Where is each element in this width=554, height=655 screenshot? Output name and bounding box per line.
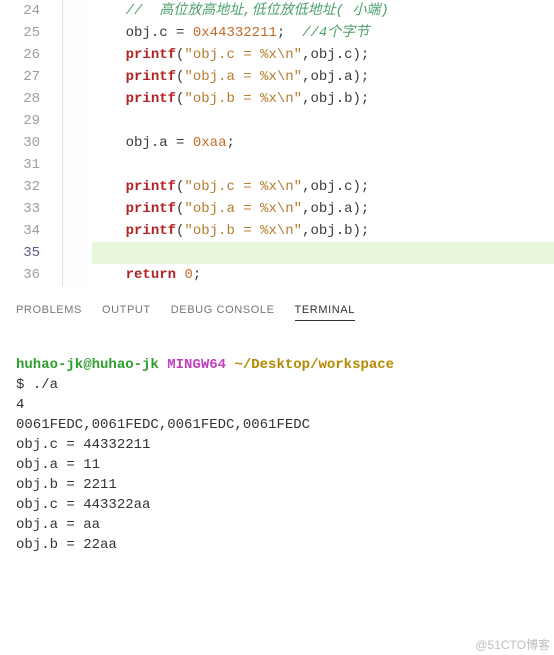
- fold-bar: [62, 0, 88, 286]
- tab-terminal[interactable]: TERMINAL: [295, 304, 355, 321]
- terminal-output-line: obj.c = 44332211: [16, 435, 538, 455]
- terminal-prompt: huhao-jk@huhao-jk MINGW64 ~/Desktop/work…: [16, 355, 538, 375]
- line-number: 26: [0, 44, 40, 66]
- tab-debug-console[interactable]: DEBUG CONSOLE: [171, 304, 275, 321]
- code-line[interactable]: printf("obj.c = %x\n",obj.c);: [92, 44, 554, 66]
- code-editor[interactable]: 24252627282930313233343536 // 高位放高地址,低位放…: [0, 0, 554, 286]
- line-number: 28: [0, 88, 40, 110]
- panel-tabs: PROBLEMS OUTPUT DEBUG CONSOLE TERMINAL: [0, 292, 554, 329]
- code-line[interactable]: [92, 242, 554, 264]
- code-line[interactable]: [92, 110, 554, 132]
- code-line[interactable]: [92, 154, 554, 176]
- terminal-output: 40061FEDC,0061FEDC,0061FEDC,0061FEDCobj.…: [16, 395, 538, 555]
- terminal-output-line: 0061FEDC,0061FEDC,0061FEDC,0061FEDC: [16, 415, 538, 435]
- code-line[interactable]: printf("obj.b = %x\n",obj.b);: [92, 88, 554, 110]
- terminal-output-line: 4: [16, 395, 538, 415]
- terminal-user: huhao-jk@huhao-jk: [16, 357, 159, 373]
- code-line[interactable]: printf("obj.a = %x\n",obj.a);: [92, 198, 554, 220]
- line-number: 30: [0, 132, 40, 154]
- line-number: 36: [0, 264, 40, 286]
- line-number: 33: [0, 198, 40, 220]
- terminal-output-line: obj.a = aa: [16, 515, 538, 535]
- code-line[interactable]: obj.a = 0xaa;: [92, 132, 554, 154]
- line-number: 32: [0, 176, 40, 198]
- terminal-system: MINGW64: [167, 357, 226, 373]
- tab-problems[interactable]: PROBLEMS: [16, 304, 82, 321]
- terminal-output-line: obj.c = 443322aa: [16, 495, 538, 515]
- line-number: 29: [0, 110, 40, 132]
- line-number: 27: [0, 66, 40, 88]
- line-number: 35: [0, 242, 40, 264]
- line-number: 34: [0, 220, 40, 242]
- code-line[interactable]: obj.c = 0x44332211; //4个字节: [92, 22, 554, 44]
- code-line[interactable]: printf("obj.c = %x\n",obj.c);: [92, 176, 554, 198]
- line-number: 31: [0, 154, 40, 176]
- code-line[interactable]: printf("obj.a = %x\n",obj.a);: [92, 66, 554, 88]
- line-number: 25: [0, 22, 40, 44]
- line-number: 24: [0, 0, 40, 22]
- code-line[interactable]: printf("obj.b = %x\n",obj.b);: [92, 220, 554, 242]
- terminal-command: $ ./a: [16, 375, 538, 395]
- tab-output[interactable]: OUTPUT: [102, 304, 151, 321]
- terminal-output-line: obj.b = 2211: [16, 475, 538, 495]
- terminal-output-line: obj.a = 11: [16, 455, 538, 475]
- code-line[interactable]: // 高位放高地址,低位放低地址( 小端): [92, 0, 554, 22]
- code-line[interactable]: return 0;: [92, 264, 554, 286]
- line-number-gutter: 24252627282930313233343536: [0, 0, 62, 286]
- terminal-path: ~/Desktop/workspace: [234, 357, 394, 373]
- code-area[interactable]: // 高位放高地址,低位放低地址( 小端) obj.c = 0x44332211…: [88, 0, 554, 286]
- watermark: @51CTO博客: [475, 636, 550, 653]
- terminal-panel[interactable]: huhao-jk@huhao-jk MINGW64 ~/Desktop/work…: [0, 329, 554, 565]
- terminal-output-line: obj.b = 22aa: [16, 535, 538, 555]
